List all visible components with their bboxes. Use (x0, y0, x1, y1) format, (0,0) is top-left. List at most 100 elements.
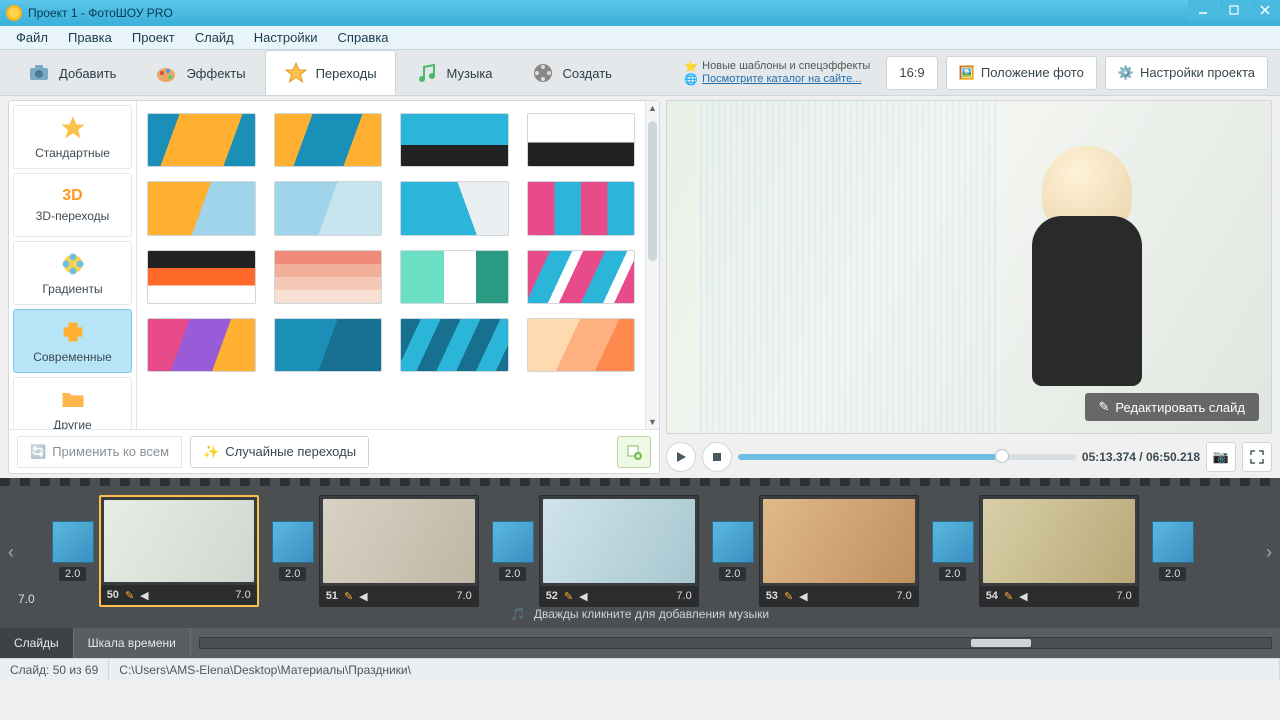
transition-thumb[interactable] (400, 181, 509, 235)
slide-card[interactable]: 50 ✎ ◀ 7.0 (99, 495, 259, 607)
transitions-panel: Стандартные 3D 3D-переходы Градиенты Сов… (8, 100, 660, 474)
thumbnails-scrollbar[interactable]: ▲ ▼ (645, 101, 659, 429)
fullscreen-button[interactable] (1242, 442, 1272, 472)
edit-slide-icon[interactable]: ✎ (344, 590, 353, 603)
maximize-button[interactable] (1219, 0, 1249, 20)
transition-chip[interactable]: 2.0 (267, 521, 319, 581)
category-modern[interactable]: Современные (13, 309, 132, 373)
timeline-hscroll[interactable] (191, 628, 1280, 658)
seek-bar[interactable] (738, 454, 1076, 460)
transition-thumb[interactable] (274, 250, 383, 304)
project-settings-button[interactable]: ⚙️ Настройки проекта (1105, 56, 1268, 90)
camera-small-icon: 📷 (1213, 449, 1229, 465)
play-slide-icon[interactable]: ◀ (359, 590, 367, 603)
transition-chip[interactable]: 2.0 (1147, 521, 1199, 581)
globe-icon: 🌐 (684, 73, 698, 86)
slide-card[interactable]: 53 ✎ ◀ 7.0 (759, 495, 919, 607)
slide-card[interactable]: 54 ✎ ◀ 7.0 (979, 495, 1139, 607)
menu-file[interactable]: Файл (8, 28, 56, 47)
player-bar: 05:13.374 / 06:50.218 📷 (666, 440, 1272, 474)
scroll-up-icon[interactable]: ▲ (646, 101, 659, 115)
tab-effects-label: Эффекты (186, 66, 245, 81)
transition-thumb[interactable] (274, 113, 383, 167)
aspect-ratio-button[interactable]: 16:9 (886, 56, 937, 90)
status-bar: Слайд: 50 из 69 C:\Users\AMS-Elena\Deskt… (0, 658, 1280, 680)
close-button[interactable] (1250, 0, 1280, 20)
transition-chip[interactable]: 2.0 (927, 521, 979, 581)
play-slide-icon[interactable]: ◀ (140, 589, 148, 602)
slide-duration: 7.0 (676, 590, 691, 602)
edit-slide-icon[interactable]: ✎ (784, 590, 793, 603)
edit-slide-button[interactable]: ✎ Редактировать слайд (1085, 393, 1259, 421)
transition-thumb[interactable] (274, 318, 383, 372)
slide-card[interactable]: 51 ✎ ◀ 7.0 (319, 495, 479, 607)
minimize-button[interactable] (1188, 0, 1218, 20)
edit-slide-icon[interactable]: ✎ (125, 589, 134, 602)
menu-slide[interactable]: Слайд (187, 28, 242, 47)
menu-help[interactable]: Справка (330, 28, 397, 47)
transition-thumb[interactable] (147, 181, 256, 235)
transition-thumb[interactable] (527, 250, 636, 304)
music-track[interactable]: 🎵 Дважды кликните для добавления музыки (0, 602, 1280, 626)
edit-slide-label: Редактировать слайд (1115, 400, 1245, 415)
transition-thumb[interactable] (274, 181, 383, 235)
menu-settings[interactable]: Настройки (246, 28, 326, 47)
tab-effects[interactable]: Эффекты (135, 50, 264, 95)
scroll-handle[interactable] (648, 121, 657, 261)
snapshot-button[interactable]: 📷 (1206, 442, 1236, 472)
transition-thumb[interactable] (147, 113, 256, 167)
scroll-down-icon[interactable]: ▼ (646, 415, 659, 429)
tab-create[interactable]: Создать (512, 50, 631, 95)
category-modern-label: Современные (33, 350, 112, 364)
transition-chip-thumb (1152, 521, 1194, 563)
tab-music[interactable]: Музыка (396, 50, 512, 95)
random-label: Случайные переходы (225, 444, 356, 459)
slide-duration: 7.0 (896, 590, 911, 602)
apply-to-all-button[interactable]: 🔄 Применить ко всем (17, 436, 182, 468)
category-other[interactable]: Другие (13, 377, 132, 429)
hscroll-handle[interactable] (971, 639, 1031, 647)
photo-position-button[interactable]: 🖼️ Положение фото (946, 56, 1097, 90)
window-title: Проект 1 - ФотоШОУ PRO (28, 6, 173, 20)
timeline-tab-scale[interactable]: Шкала времени (74, 628, 191, 658)
play-slide-icon[interactable]: ◀ (579, 590, 587, 603)
play-slide-icon[interactable]: ◀ (1019, 590, 1027, 603)
transition-thumb[interactable] (147, 318, 256, 372)
category-gradients[interactable]: Градиенты (13, 241, 132, 305)
tab-transitions[interactable]: Переходы (265, 50, 396, 95)
transition-duration: 2.0 (1159, 567, 1186, 581)
add-transition-button[interactable] (617, 436, 651, 468)
music-icon (415, 61, 439, 85)
play-slide-icon[interactable]: ◀ (799, 590, 807, 603)
category-3d[interactable]: 3D 3D-переходы (13, 173, 132, 237)
slide-card[interactable]: 52 ✎ ◀ 7.0 (539, 495, 699, 607)
gear-icon: ⚙️ (1118, 65, 1134, 81)
transition-thumb[interactable] (527, 318, 636, 372)
edit-slide-icon[interactable]: ✎ (564, 590, 573, 603)
timeline-tab-slides[interactable]: Слайды (0, 628, 74, 658)
transition-thumb[interactable] (147, 250, 256, 304)
info-link[interactable]: Посмотрите каталог на сайте... (702, 73, 861, 85)
transition-thumb[interactable] (527, 181, 636, 235)
stop-button[interactable] (702, 442, 732, 472)
apply-to-all-label: Применить ко всем (52, 444, 169, 459)
random-transitions-button[interactable]: ✨ Случайные переходы (190, 436, 369, 468)
info-box: ⭐Новые шаблоны и спецэффекты 🌐Посмотрите… (676, 58, 878, 88)
timeline-next[interactable]: › (1260, 502, 1278, 602)
transition-thumb[interactable] (400, 113, 509, 167)
menu-project[interactable]: Проект (124, 28, 183, 47)
wand-icon: ✨ (203, 444, 219, 460)
transition-thumb[interactable] (400, 318, 509, 372)
category-standard[interactable]: Стандартные (13, 105, 132, 169)
edit-slide-icon[interactable]: ✎ (1004, 590, 1013, 603)
transition-thumb[interactable] (400, 250, 509, 304)
camera-icon (27, 61, 51, 85)
tab-add[interactable]: Добавить (8, 50, 135, 95)
seek-knob[interactable] (995, 449, 1009, 463)
play-button[interactable] (666, 442, 696, 472)
transition-chip[interactable]: 2.0 (707, 521, 759, 581)
transition-chip[interactable]: 2.0 (487, 521, 539, 581)
menu-edit[interactable]: Правка (60, 28, 120, 47)
transition-thumb[interactable] (527, 113, 636, 167)
transition-chip[interactable]: 2.0 (47, 521, 99, 581)
